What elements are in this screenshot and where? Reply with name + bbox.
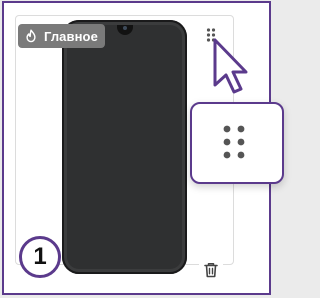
mouse-pointer-icon (213, 38, 248, 94)
main-photo-label: Главное (44, 28, 98, 44)
drag-handle-icon (223, 125, 245, 159)
phone-camera (123, 26, 127, 30)
fire-icon (26, 29, 36, 43)
drag-handle-zoom-callout (190, 102, 284, 184)
trash-icon (204, 263, 218, 278)
delete-photo-button[interactable] (199, 258, 223, 282)
main-photo-badge: Главное (18, 24, 105, 48)
product-photo-phone (62, 20, 187, 274)
step-number-badge: 1 (19, 236, 61, 278)
